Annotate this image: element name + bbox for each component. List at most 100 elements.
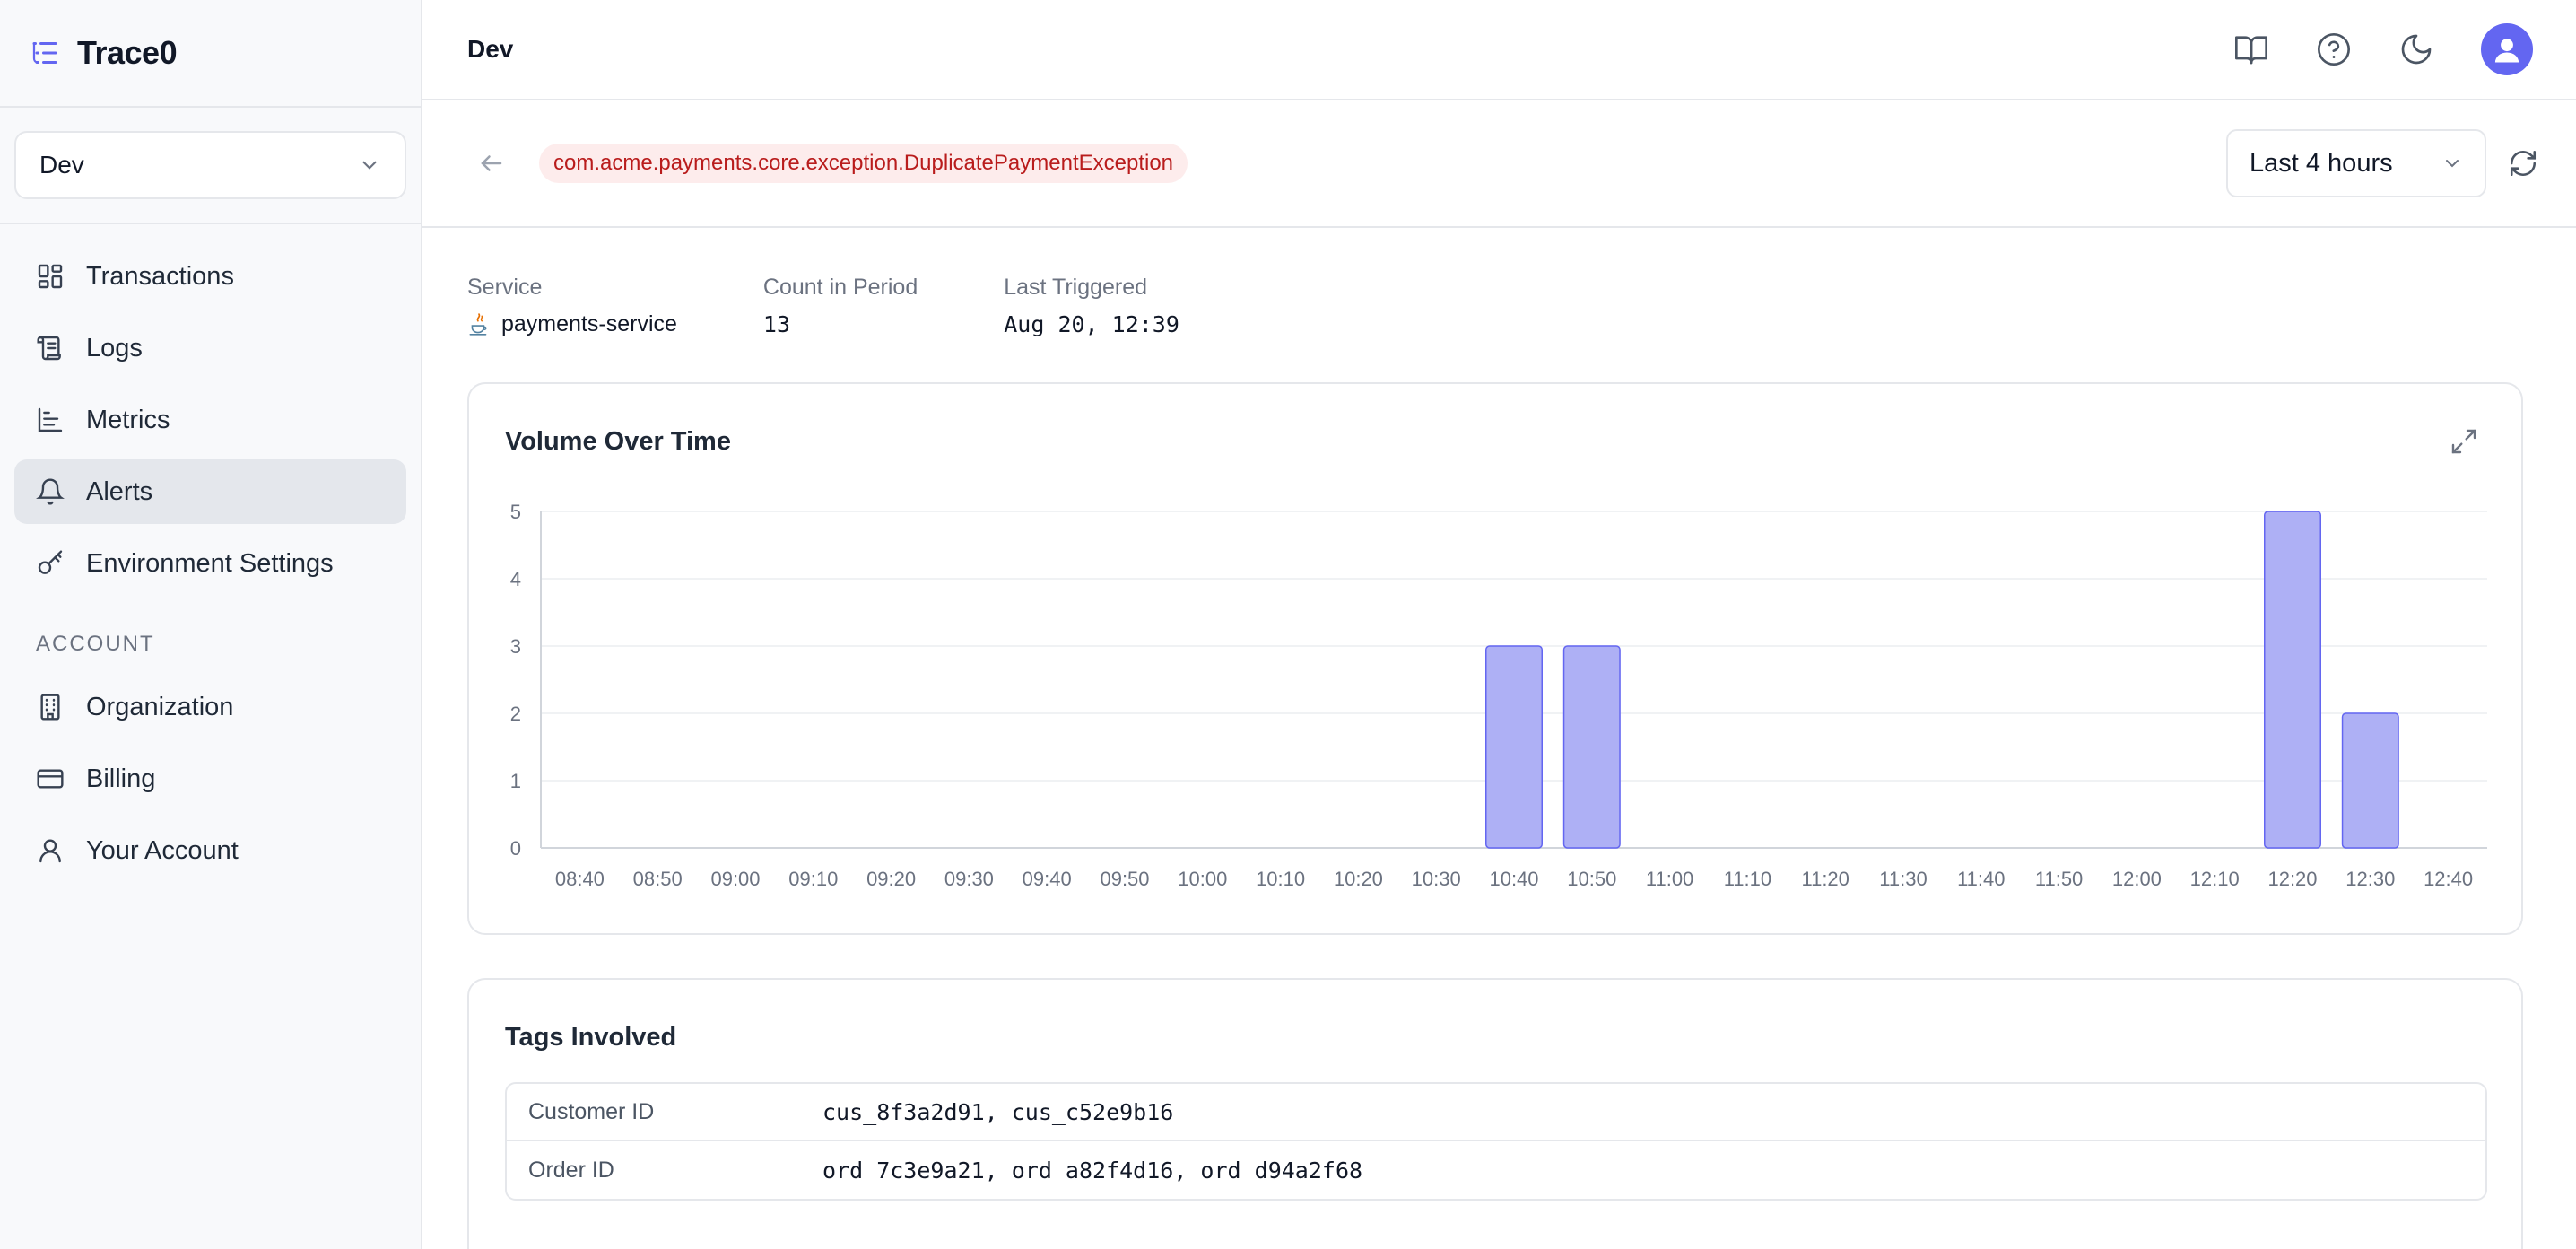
app-name: Trace0	[77, 34, 178, 71]
environment-select[interactable]: Dev	[14, 131, 406, 199]
tag-value: cus_8f3a2d91, cus_c52e9b16	[822, 1098, 1174, 1125]
count-label: Count in Period	[762, 275, 918, 300]
service-value: payments-service	[501, 311, 677, 336]
x-tick-label: 09:00	[710, 868, 760, 890]
x-tick-label: 11:00	[1646, 868, 1693, 890]
account-nav: Organization Billing Your Account	[0, 675, 421, 883]
x-tick-label: 08:40	[555, 868, 605, 890]
service-label: Service	[467, 275, 543, 300]
sidebar-item-label: Organization	[86, 692, 234, 721]
sidebar-item-label: Logs	[86, 333, 143, 362]
table-row: Order ID ord_7c3e9a21, ord_a82f4d16, ord…	[507, 1141, 2485, 1199]
moon-icon[interactable]	[2398, 31, 2434, 67]
sidebar-item-metrics[interactable]: Metrics	[14, 388, 406, 452]
brand[interactable]: Trace0	[0, 0, 421, 108]
sidebar-item-logs[interactable]: Logs	[14, 316, 406, 380]
service-field: Service payments-service	[467, 275, 677, 337]
x-tick-label: 12:20	[2267, 868, 2317, 890]
x-tick-label: 09:40	[1023, 868, 1072, 890]
main-nav: Transactions Logs Metrics Alerts Environ…	[0, 224, 421, 596]
chart-bar	[1562, 645, 1621, 849]
key-icon	[38, 550, 63, 574]
user-icon	[39, 839, 61, 863]
chart-title: Volume Over Time	[505, 427, 731, 456]
scroll-icon	[37, 336, 61, 361]
x-tick-label: 09:10	[788, 868, 838, 890]
x-tick-label: 12:10	[2190, 868, 2240, 890]
x-tick-label: 11:30	[1879, 868, 1927, 890]
credit-card-icon	[37, 769, 64, 789]
table-row: Customer ID cus_8f3a2d91, cus_c52e9b16	[507, 1084, 2485, 1141]
bar-chart-icon	[38, 407, 63, 432]
x-tick-label: 12:30	[2345, 868, 2395, 890]
list-logo-icon	[32, 42, 57, 64]
sidebar-item-your-account[interactable]: Your Account	[14, 818, 406, 883]
chevron-down-icon	[2446, 160, 2459, 168]
building-icon	[40, 694, 60, 721]
environment-select-value: Dev	[39, 151, 84, 179]
sidebar-item-label: Metrics	[86, 405, 170, 434]
count-field: Count in Period 13	[763, 275, 918, 337]
tag-value: ord_7c3e9a21, ord_a82f4d16, ord_d94a2f68	[822, 1157, 1363, 1183]
sidebar: Trace0 Dev Transactions Logs Metrics Ale…	[0, 0, 422, 1249]
y-tick-label: 3	[510, 635, 521, 658]
x-tick-label: 10:40	[1489, 868, 1538, 890]
java-icon	[469, 312, 487, 336]
last-triggered-field: Last Triggered Aug 20, 12:39	[1004, 275, 1179, 337]
sidebar-item-label: Your Account	[86, 835, 239, 865]
y-tick-label: 0	[510, 837, 521, 860]
alert-detail-content: Service payments-service Count in Period…	[422, 228, 2576, 1249]
chart-bar	[1485, 645, 1543, 849]
x-tick-label: 11:10	[1724, 868, 1771, 890]
account-section-label: ACCOUNT	[36, 632, 155, 656]
sidebar-item-label: Environment Settings	[86, 548, 334, 578]
time-range-value: Last 4 hours	[2250, 148, 2393, 178]
x-tick-label: 12:40	[2424, 868, 2473, 890]
sidebar-item-organization[interactable]: Organization	[14, 675, 406, 739]
user-avatar-icon	[2494, 39, 2519, 63]
sidebar-item-environment-settings[interactable]: Environment Settings	[14, 531, 406, 596]
expand-icon[interactable]	[2450, 427, 2478, 456]
tags-title: Tags Involved	[505, 1023, 677, 1052]
count-value: 13	[762, 311, 791, 337]
x-tick-label: 08:50	[633, 868, 683, 890]
x-tick-label: 10:20	[1334, 868, 1383, 890]
top-bar: Dev	[422, 0, 2576, 100]
volume-chart-card: 0 1 2 3 4 5 08:40 08:50 09:00 09:10 09:20 09:30 09:4…	[467, 382, 2523, 935]
chart-bar	[2341, 712, 2399, 849]
tag-key: Customer ID	[528, 1098, 655, 1124]
back-arrow-icon[interactable]	[478, 150, 505, 177]
x-tick-label: 12:00	[2112, 868, 2162, 890]
y-tick-label: 5	[510, 501, 521, 523]
last-triggered-label: Last Triggered	[1004, 275, 1148, 300]
y-tick-label: 4	[510, 568, 521, 590]
sidebar-item-transactions[interactable]: Transactions	[14, 244, 406, 309]
x-tick-label: 09:20	[866, 868, 916, 890]
avatar[interactable]	[2481, 23, 2533, 75]
sidebar-item-label: Transactions	[86, 261, 234, 291]
y-tick-label: 1	[510, 770, 521, 792]
x-tick-label: 10:50	[1567, 868, 1616, 890]
tags-card: Tags Involved Customer ID cus_8f3a2d91, …	[467, 978, 2523, 1249]
help-icon[interactable]	[2316, 31, 2352, 67]
alert-header: com.acme.payments.core.exception.Duplica…	[422, 100, 2576, 228]
sidebar-item-billing[interactable]: Billing	[14, 747, 406, 811]
x-tick-label: 10:00	[1178, 868, 1227, 890]
bell-icon	[36, 478, 65, 505]
x-tick-label: 09:50	[1100, 868, 1149, 890]
refresh-icon[interactable]	[2508, 148, 2538, 179]
x-tick-label: 10:10	[1256, 868, 1305, 890]
volume-chart: 0 1 2 3 4 5 08:40 08:50 09:00 09:10 09:20 09:30 09:4…	[510, 501, 2487, 890]
book-icon[interactable]	[2233, 31, 2269, 67]
sidebar-item-label: Alerts	[86, 476, 153, 506]
time-range-select[interactable]: Last 4 hours	[2226, 129, 2486, 197]
exception-name-badge: com.acme.payments.core.exception.Duplica…	[539, 144, 1188, 183]
tag-key: Order ID	[528, 1157, 614, 1183]
x-tick-label: 11:50	[2035, 868, 2083, 890]
last-triggered-value: Aug 20, 12:39	[1004, 311, 1179, 337]
tags-table: Customer ID cus_8f3a2d91, cus_c52e9b16 O…	[505, 1082, 2487, 1201]
grid-icon	[38, 264, 63, 289]
sidebar-item-alerts[interactable]: Alerts	[14, 459, 406, 524]
x-tick-label: 11:40	[1957, 868, 2005, 890]
alert-meta: Service payments-service Count in Period…	[467, 275, 1179, 337]
